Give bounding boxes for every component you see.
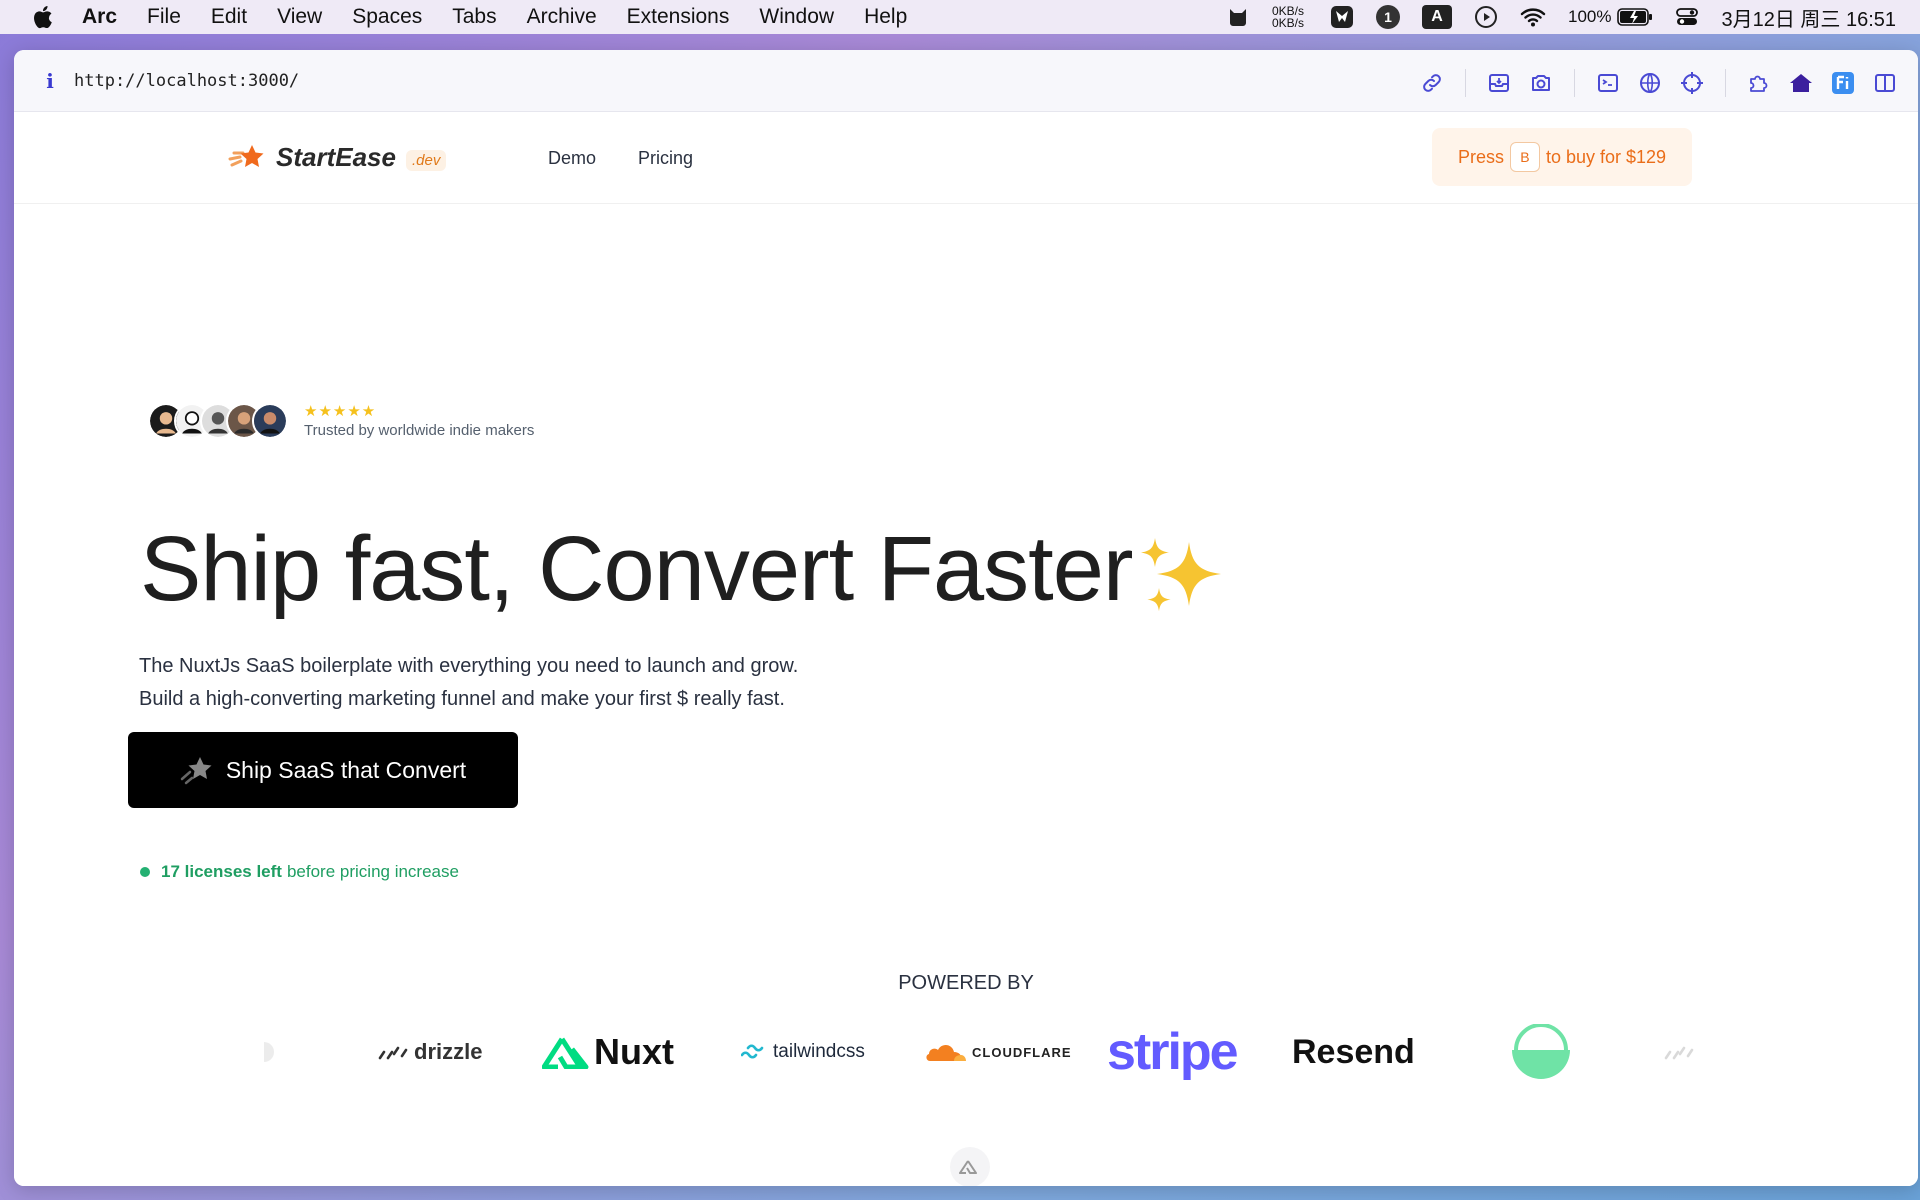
battery-charging-icon[interactable]	[1617, 8, 1653, 26]
wifi-icon[interactable]	[1520, 6, 1546, 28]
webpage: StartEase .dev Demo Pricing Press B to b…	[14, 112, 1918, 1186]
nav-demo[interactable]: Demo	[548, 148, 596, 169]
menu-archive[interactable]: Archive	[527, 5, 597, 29]
menu-extensions[interactable]: Extensions	[627, 5, 730, 29]
trust-block: ★★★★★ Trusted by worldwide indie makers	[304, 402, 534, 439]
toolbar-divider	[1465, 69, 1466, 97]
drizzle-mark-icon	[378, 1046, 408, 1060]
menu-file[interactable]: File	[147, 5, 181, 29]
terminal-icon[interactable]	[1593, 68, 1623, 98]
site-info-icon[interactable]: i	[40, 69, 60, 93]
menu-app-name[interactable]: Arc	[82, 5, 117, 29]
menu-edit[interactable]: Edit	[211, 5, 247, 29]
menu-view[interactable]: View	[277, 5, 322, 29]
globe-icon[interactable]	[1635, 68, 1665, 98]
resend-logo: Resend	[1292, 1032, 1415, 1071]
browser-window: i http://localhost:3000/ StartEase .dev …	[14, 50, 1918, 1186]
input-method-icon[interactable]: A	[1421, 5, 1452, 29]
capture-tray-icon[interactable]	[1484, 68, 1514, 98]
drizzle-wordmark: drizzle	[414, 1039, 483, 1064]
tailwindcss-logo: tailwindcss	[741, 1017, 865, 1087]
cloudflare-logo: CLOUDFLARE	[924, 1017, 1072, 1087]
site-header: StartEase .dev Demo Pricing Press B to b…	[14, 112, 1918, 204]
menubar-clock[interactable]: 3月12日 周三 16:51	[1721, 3, 1896, 32]
logo-tld-badge: .dev	[405, 150, 447, 171]
browser-toolbar: i http://localhost:3000/	[14, 50, 1918, 112]
toolbar-divider	[1574, 69, 1575, 97]
basket-logo	[1510, 1017, 1572, 1087]
hero-headline-text: Ship fast, Convert Faster	[140, 518, 1134, 620]
tailwind-wave-icon	[741, 1044, 764, 1059]
site-logo[interactable]: StartEase .dev	[228, 142, 447, 173]
macos-menubar: Arc File Edit View Spaces Tabs Archive E…	[0, 0, 1920, 34]
avatar	[252, 402, 288, 439]
nuxt-logo: Nuxt	[542, 1017, 674, 1087]
rating-stars: ★★★★★	[304, 403, 377, 420]
avatar-stack	[148, 402, 288, 439]
rocket-star-icon	[180, 757, 212, 785]
menu-help[interactable]: Help	[864, 5, 907, 29]
ship-saas-cta-button[interactable]: Ship SaaS that Convert	[128, 732, 518, 808]
nuxt-mountain-icon	[542, 1037, 589, 1069]
battery-percent: 100%	[1567, 7, 1612, 26]
net-download-rate: 0KB/s	[1271, 16, 1304, 30]
rocket-star-logo-icon	[228, 144, 264, 167]
buy-shortcut-key: B	[1509, 142, 1540, 172]
powered-by-heading: POWERED BY	[898, 972, 1034, 994]
sparkles-icon	[1140, 537, 1221, 611]
main-nav: Demo Pricing	[548, 148, 735, 169]
nuxt-wordmark: Nuxt	[594, 1031, 674, 1072]
buy-button[interactable]: Press B to buy for $129	[1432, 128, 1692, 186]
control-center-icon[interactable]	[1675, 6, 1699, 28]
cta-label: Ship SaaS that Convert	[225, 756, 467, 783]
basket-icon	[1512, 1024, 1570, 1079]
apple-logo-icon[interactable]	[30, 4, 54, 30]
hero-subtitle: The NuxtJs SaaS boilerplate with everyth…	[139, 650, 798, 716]
drizzle-logo-repeat	[1664, 1017, 1694, 1087]
fi-extension-icon[interactable]	[1828, 68, 1858, 98]
licenses-remaining: 17 licenses left before pricing increase	[140, 862, 459, 882]
nuxt-devtools-icon[interactable]	[950, 1147, 990, 1186]
toolbar-actions	[1405, 58, 1900, 108]
buy-suffix: to buy for $129	[1545, 146, 1667, 167]
cloudflare-wordmark: CLOUDFLARE	[972, 1044, 1072, 1060]
menu-spaces[interactable]: Spaces	[352, 5, 422, 29]
licenses-count: 17 licenses left	[161, 862, 282, 881]
play-circle-icon[interactable]	[1474, 5, 1498, 29]
status-dot	[140, 867, 150, 877]
extensions-puzzle-icon[interactable]	[1744, 68, 1774, 98]
url-bar[interactable]: http://localhost:3000/	[74, 71, 299, 91]
menu-window[interactable]: Window	[759, 5, 834, 29]
licenses-note: before pricing increase	[286, 862, 459, 881]
camera-icon[interactable]	[1526, 68, 1556, 98]
hero-subtitle-line-2: Build a high-converting marketing funnel…	[139, 688, 785, 710]
toolbar-divider	[1725, 69, 1726, 97]
nav-pricing[interactable]: Pricing	[638, 148, 693, 169]
hero-subtitle-line-1: The NuxtJs SaaS boilerplate with everyth…	[139, 655, 799, 677]
menubar-tray: 0KB/s 0KB/s 1 A 100% 3月12日 周三 16:51	[1226, 0, 1920, 34]
buy-prefix: Press	[1457, 146, 1504, 167]
drizzle-logo: drizzle	[378, 1017, 482, 1087]
tech-logo-strip: drizzle Nuxt tailwindcss CLOUDFLARE stri…	[14, 1017, 1918, 1087]
drizzle-mark-icon	[1664, 1046, 1694, 1060]
hero-headline: Ship fast, Convert Faster	[140, 517, 1227, 622]
copy-link-icon[interactable]	[1417, 68, 1447, 98]
cat-icon[interactable]	[1226, 5, 1250, 29]
home-extension-icon[interactable]	[1786, 68, 1816, 98]
stripe-logo: stripe	[1107, 1023, 1239, 1081]
cloudflare-cloud-icon	[926, 1044, 966, 1061]
sidebar-toggle-icon[interactable]	[1870, 68, 1900, 98]
network-speed[interactable]: 0KB/s 0KB/s	[1272, 5, 1304, 29]
notification-count-badge[interactable]: 1	[1375, 5, 1400, 29]
menu-tabs[interactable]: Tabs	[452, 5, 496, 29]
trust-text: Trusted by worldwide indie makers	[304, 422, 535, 439]
tailwind-wordmark: tailwindcss	[773, 1041, 865, 1062]
social-proof: ★★★★★ Trusted by worldwide indie makers	[148, 402, 534, 439]
bird-app-icon[interactable]	[1330, 5, 1354, 29]
partial-logo	[264, 1017, 276, 1087]
crosshair-icon[interactable]	[1677, 68, 1707, 98]
logo-text: StartEase	[276, 142, 396, 172]
